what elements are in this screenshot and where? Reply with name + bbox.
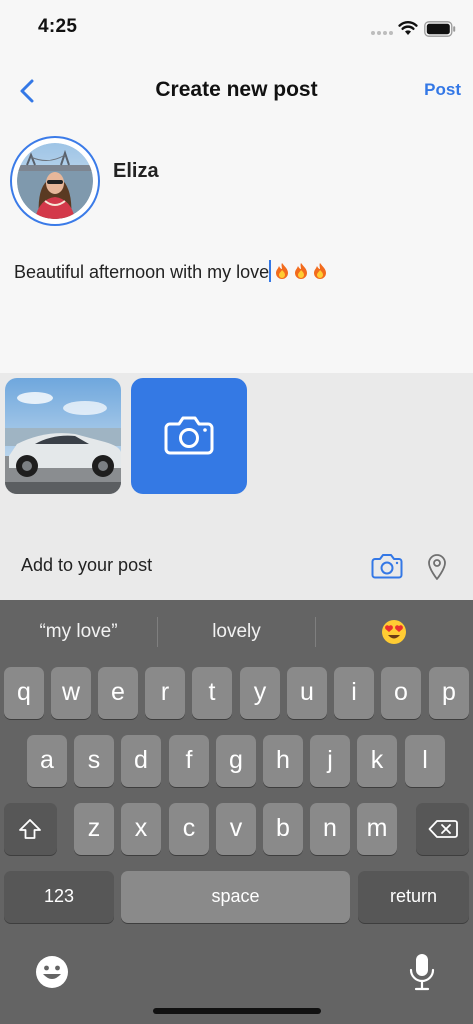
suggestion-item[interactable]: lovely xyxy=(158,600,315,664)
shift-key[interactable] xyxy=(4,803,57,855)
wifi-icon xyxy=(398,21,418,35)
key-q[interactable]: q xyxy=(4,667,44,719)
key-s[interactable]: s xyxy=(74,735,114,787)
suggestion-item[interactable]: “my love” xyxy=(0,600,157,664)
nav-bar: Create new post Post xyxy=(0,58,473,124)
key-h[interactable]: h xyxy=(263,735,303,787)
return-key[interactable]: return xyxy=(358,871,469,923)
delete-key[interactable] xyxy=(416,803,469,855)
key-y[interactable]: y xyxy=(240,667,280,719)
key-p[interactable]: p xyxy=(429,667,469,719)
key-a[interactable]: a xyxy=(27,735,67,787)
status-time: 4:25 xyxy=(38,16,78,37)
key-k[interactable]: k xyxy=(357,735,397,787)
key-x[interactable]: x xyxy=(121,803,161,855)
author-name: Eliza xyxy=(113,160,159,182)
text-caret xyxy=(269,260,272,282)
space-key[interactable]: space xyxy=(121,871,350,923)
suggestion-bar: “my love” lovely xyxy=(0,600,473,664)
media-thumbnail[interactable] xyxy=(5,378,121,494)
home-indicator[interactable] xyxy=(153,1008,321,1014)
add-to-post-row: Add to your post xyxy=(0,533,473,587)
emoji-icon[interactable] xyxy=(34,954,70,990)
key-g[interactable]: g xyxy=(216,735,256,787)
keyboard: “my love” lovely q w e r t y u i o p a s… xyxy=(0,600,473,1024)
backspace-icon xyxy=(428,820,458,838)
key-l[interactable]: l xyxy=(405,735,445,787)
media-area: Add to your post xyxy=(0,373,473,600)
camera-icon xyxy=(164,416,214,455)
key-i[interactable]: i xyxy=(334,667,374,719)
avatar-photo xyxy=(17,143,93,219)
create-post-screen: 4:25 Create new post Post Eliza Beautifu… xyxy=(0,0,473,1024)
key-d[interactable]: d xyxy=(121,735,161,787)
key-n[interactable]: n xyxy=(310,803,350,855)
avatar[interactable] xyxy=(10,136,100,226)
key-m[interactable]: m xyxy=(357,803,397,855)
add-photo-button[interactable] xyxy=(131,378,247,494)
status-bar: 4:25 xyxy=(0,0,473,58)
key-v[interactable]: v xyxy=(216,803,256,855)
heart-eyes-emoji-icon xyxy=(382,620,406,644)
key-r[interactable]: r xyxy=(145,667,185,719)
key-j[interactable]: j xyxy=(310,735,350,787)
suggestion-emoji[interactable] xyxy=(316,600,473,664)
key-w[interactable]: w xyxy=(51,667,91,719)
numbers-key[interactable]: 123 xyxy=(4,871,114,923)
key-b[interactable]: b xyxy=(263,803,303,855)
microphone-icon[interactable] xyxy=(408,952,436,992)
shift-icon xyxy=(19,819,41,839)
post-button[interactable]: Post xyxy=(424,80,461,100)
post-text: Beautiful afternoon with my love xyxy=(14,262,270,282)
camera-icon[interactable] xyxy=(371,553,403,579)
key-c[interactable]: c xyxy=(169,803,209,855)
add-to-post-label: Add to your post xyxy=(21,555,153,575)
key-u[interactable]: u xyxy=(287,667,327,719)
page-title: Create new post xyxy=(155,78,318,101)
post-text-input[interactable]: Beautiful afternoon with my love xyxy=(14,260,454,290)
key-t[interactable]: t xyxy=(192,667,232,719)
fire-emoji-icon xyxy=(276,263,289,279)
key-f[interactable]: f xyxy=(169,735,209,787)
key-e[interactable]: e xyxy=(98,667,138,719)
location-pin-icon[interactable] xyxy=(427,553,447,581)
fire-emoji-icon xyxy=(314,263,327,279)
key-z[interactable]: z xyxy=(74,803,114,855)
cellular-signal-icon xyxy=(371,31,393,35)
fire-emoji-icon xyxy=(295,263,308,279)
battery-icon xyxy=(424,21,456,37)
key-o[interactable]: o xyxy=(381,667,421,719)
